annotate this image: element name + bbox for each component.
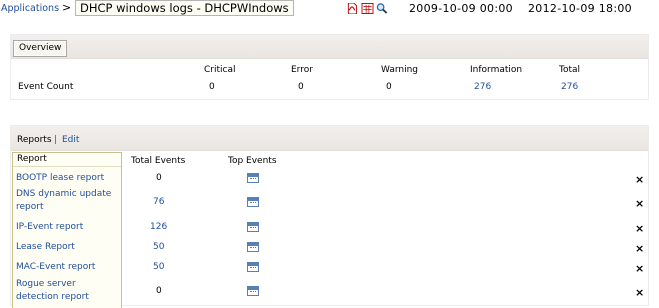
report-total-dns-dynamic-update[interactable]: 76 bbox=[153, 197, 164, 207]
remove-report-button[interactable]: × bbox=[635, 174, 644, 185]
remove-report-button[interactable]: × bbox=[635, 223, 644, 234]
reports-panel-bar: Reports | Edit bbox=[11, 126, 648, 151]
column-header-top-events: Top Events bbox=[228, 156, 277, 166]
report-ip-event[interactable]: IP-Event report bbox=[16, 221, 118, 234]
date-range-end[interactable]: 2012-10-09 18:00 bbox=[528, 2, 632, 15]
critical-count: 0 bbox=[209, 82, 215, 92]
remove-report-button[interactable]: × bbox=[635, 198, 644, 209]
top-events-icon[interactable] bbox=[247, 197, 259, 207]
report-total-ip-event[interactable]: 126 bbox=[150, 222, 167, 232]
search-icon[interactable] bbox=[376, 3, 388, 14]
top-events-icon[interactable] bbox=[247, 262, 259, 272]
information-count-link[interactable]: 276 bbox=[474, 82, 491, 92]
column-header-critical: Critical bbox=[204, 65, 236, 75]
pdf-export-icon[interactable] bbox=[347, 3, 357, 14]
report-mac-event[interactable]: MAC-Event report bbox=[16, 261, 118, 274]
tab-reports[interactable]: Reports bbox=[17, 135, 52, 145]
column-header-total-events: Total Events bbox=[131, 156, 186, 166]
remove-report-button[interactable]: × bbox=[635, 263, 644, 274]
remove-report-button[interactable]: × bbox=[635, 287, 644, 298]
reports-edit-link[interactable]: Edit bbox=[62, 135, 79, 145]
breadcrumb-applications[interactable]: Applications bbox=[1, 3, 59, 14]
column-header-total: Total bbox=[559, 65, 581, 75]
total-count-link[interactable]: 276 bbox=[561, 82, 578, 92]
column-header-error: Error bbox=[291, 65, 313, 75]
breadcrumb-separator: > bbox=[62, 1, 72, 14]
error-count: 0 bbox=[298, 82, 304, 92]
row-label-event-count: Event Count bbox=[18, 82, 74, 92]
top-events-icon[interactable] bbox=[247, 286, 259, 296]
header-bar: Applications > DHCP windows logs - DHCPW… bbox=[0, 0, 659, 17]
remove-report-button[interactable]: × bbox=[635, 243, 644, 254]
warning-count: 0 bbox=[386, 82, 392, 92]
report-bootp-lease[interactable]: BOOTP lease report bbox=[16, 172, 118, 185]
page-title: DHCP windows logs - DHCPWIndows bbox=[75, 0, 294, 16]
report-list-header: Report bbox=[13, 153, 121, 167]
csv-export-icon[interactable] bbox=[361, 3, 374, 14]
top-events-icon[interactable] bbox=[247, 242, 259, 252]
overview-panel: Overview Critical Error Warning Informat… bbox=[10, 34, 649, 100]
top-events-icon[interactable] bbox=[247, 222, 259, 232]
top-events-icon[interactable] bbox=[247, 173, 259, 183]
report-dns-dynamic-update[interactable]: DNS dynamic update report bbox=[16, 188, 118, 214]
report-total-mac-event[interactable]: 50 bbox=[153, 262, 164, 272]
column-header-information: Information bbox=[470, 65, 523, 75]
report-total-lease[interactable]: 50 bbox=[153, 242, 164, 252]
overview-panel-bar: Overview bbox=[11, 35, 648, 59]
date-range-start[interactable]: 2009-10-09 00:00 bbox=[409, 2, 513, 15]
report-rogue-server-detection[interactable]: Rogue server detection report bbox=[16, 278, 118, 304]
tab-overview[interactable]: Overview bbox=[13, 40, 68, 57]
report-total-rogue-server-detection: 0 bbox=[156, 286, 162, 296]
report-total-bootp-lease: 0 bbox=[156, 173, 162, 183]
reports-separator: | bbox=[54, 135, 58, 145]
report-lease[interactable]: Lease Report bbox=[16, 241, 118, 254]
reports-panel: Reports | Edit Total Events Top Events R… bbox=[10, 125, 649, 308]
column-header-warning: Warning bbox=[381, 65, 419, 75]
